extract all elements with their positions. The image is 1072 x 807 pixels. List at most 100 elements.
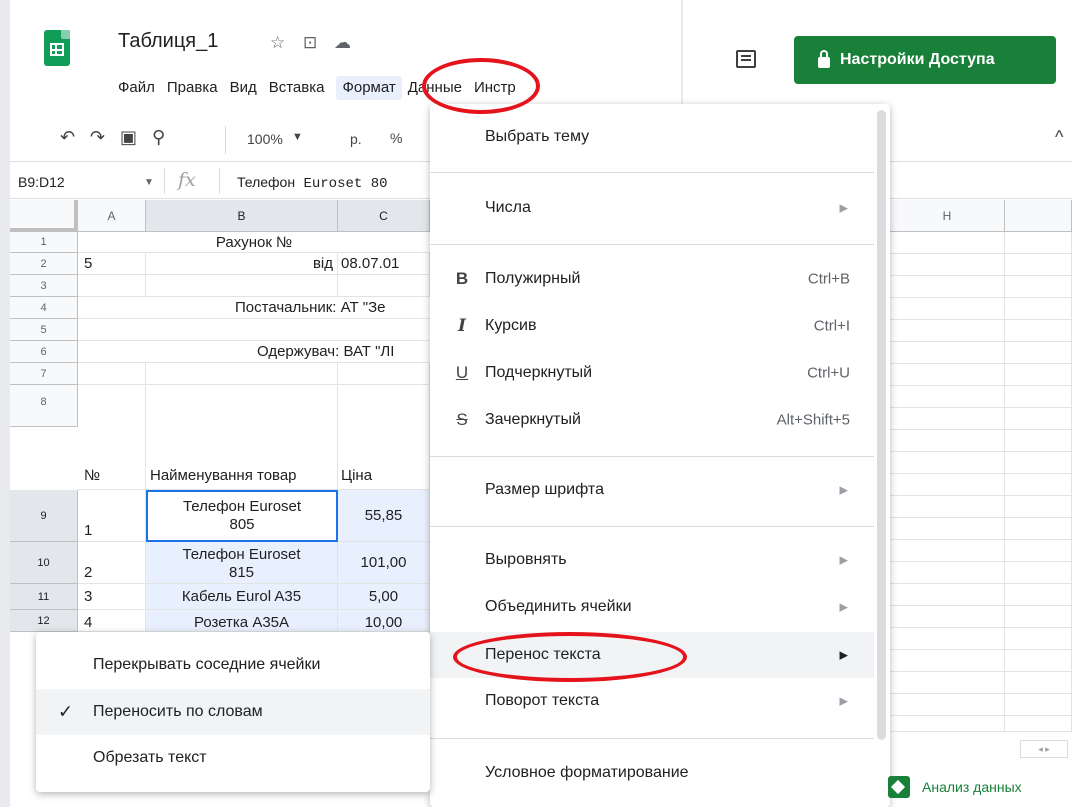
cell[interactable]: 08.07.01 bbox=[338, 253, 430, 275]
column-header-c[interactable]: C bbox=[338, 200, 430, 232]
menu-item-align[interactable]: Выровнять ▶ bbox=[430, 537, 874, 583]
formula-input[interactable]: Телефон Euroset 80 bbox=[237, 174, 388, 192]
menu-item-italic[interactable]: I Курсив Ctrl+I bbox=[430, 303, 874, 349]
share-button[interactable]: Настройки Доступа bbox=[794, 36, 1056, 84]
column-header-a[interactable]: A bbox=[78, 200, 146, 232]
row-header[interactable]: 5 bbox=[10, 319, 78, 341]
menu-tools[interactable]: Инстр bbox=[474, 76, 528, 100]
menu-item-underline[interactable]: U Подчеркнутый Ctrl+U bbox=[430, 350, 874, 396]
cell-title[interactable]: Рахунок № bbox=[78, 232, 430, 253]
cell[interactable]: Розетка A35A bbox=[146, 610, 338, 632]
checkmark-icon: ✓ bbox=[58, 701, 74, 722]
row-header[interactable]: 3 bbox=[10, 275, 78, 297]
menu-item-label: Выбрать тему bbox=[485, 128, 590, 145]
comment-history-icon[interactable] bbox=[736, 50, 756, 68]
column-header-b[interactable]: B bbox=[146, 200, 338, 232]
menu-item-text-wrapping[interactable]: Перенос текста ▶ bbox=[430, 632, 874, 678]
cell[interactable] bbox=[146, 275, 338, 297]
sheets-logo-icon[interactable] bbox=[44, 30, 70, 66]
submenu-item-overflow[interactable]: Перекрывать соседние ячейки bbox=[36, 642, 430, 688]
cloud-status-icon[interactable]: ☁ bbox=[334, 33, 351, 53]
menu-item-label: Поворот текста bbox=[485, 692, 600, 709]
row-header[interactable]: 1 bbox=[10, 232, 78, 253]
explore-button[interactable]: Анализ данных bbox=[888, 770, 1022, 804]
submenu-arrow-icon: ▶ bbox=[839, 695, 848, 708]
cell[interactable]: 10,00 bbox=[338, 610, 430, 632]
star-icon[interactable]: ☆ bbox=[270, 33, 285, 53]
menu-view[interactable]: Вид bbox=[230, 76, 269, 100]
formula-separator bbox=[219, 168, 220, 194]
submenu-item-wrap[interactable]: ✓ Переносить по словам bbox=[36, 689, 430, 735]
row-header[interactable]: 2 bbox=[10, 253, 78, 275]
cell-region-i[interactable] bbox=[1005, 232, 1072, 732]
menu-file[interactable]: Файл bbox=[118, 76, 167, 100]
cell[interactable]: Одержувач: ВАТ "ЛІ bbox=[78, 341, 430, 363]
currency-format-button[interactable]: р. bbox=[350, 131, 362, 147]
row-header[interactable]: 4 bbox=[10, 297, 78, 319]
menu-item-label: Размер шрифта bbox=[485, 481, 604, 498]
move-to-folder-icon[interactable]: ⊡ bbox=[303, 33, 317, 53]
menu-scrollbar[interactable] bbox=[877, 110, 886, 740]
cell[interactable] bbox=[338, 363, 430, 385]
sheet-scroll-arrows[interactable]: ◂ ▸ bbox=[1020, 740, 1068, 758]
collapse-chevron-up-icon[interactable]: ^ bbox=[1055, 127, 1063, 148]
cell[interactable]: 5,00 bbox=[338, 584, 430, 610]
cell[interactable]: Найменування товар bbox=[146, 385, 338, 490]
zoom-select[interactable]: 100% bbox=[247, 131, 283, 147]
row-header[interactable]: 8 bbox=[10, 385, 78, 427]
menu-item-merge-cells[interactable]: Объединить ячейки ▶ bbox=[430, 584, 874, 630]
cell[interactable] bbox=[338, 275, 430, 297]
paint-format-icon[interactable]: ⚲ bbox=[152, 127, 165, 148]
row-header[interactable]: 10 bbox=[10, 542, 78, 584]
menu-item-numbers[interactable]: Числа ▶ bbox=[430, 185, 874, 231]
cell[interactable]: 1 bbox=[78, 490, 146, 542]
cell[interactable]: 2 bbox=[78, 542, 146, 584]
redo-icon[interactable]: ↷ bbox=[90, 127, 105, 148]
cell[interactable] bbox=[78, 363, 146, 385]
cell[interactable]: 5 bbox=[78, 253, 146, 275]
cell[interactable]: № bbox=[78, 385, 146, 490]
cell[interactable]: Кабель Eurol A35 bbox=[146, 584, 338, 610]
submenu-item-clip[interactable]: Обрезать текст bbox=[36, 735, 430, 781]
cell-region-h[interactable] bbox=[890, 232, 1005, 732]
undo-icon[interactable]: ↶ bbox=[60, 127, 75, 148]
row-header[interactable]: 7 bbox=[10, 363, 78, 385]
row-header[interactable]: 12 bbox=[10, 610, 78, 632]
column-header-i[interactable] bbox=[1005, 200, 1072, 232]
menu-item-font-size[interactable]: Размер шрифта ▶ bbox=[430, 467, 874, 513]
cell[interactable] bbox=[146, 363, 338, 385]
menu-edit[interactable]: Правка bbox=[167, 76, 230, 100]
name-box-chevron-down-icon[interactable]: ▼ bbox=[144, 177, 154, 188]
zoom-chevron-down-icon[interactable]: ▼ bbox=[292, 131, 303, 143]
row-header[interactable]: 6 bbox=[10, 341, 78, 363]
print-icon[interactable]: ▣ bbox=[120, 127, 137, 148]
select-all-corner[interactable] bbox=[10, 200, 78, 232]
menu-item-theme[interactable]: Выбрать тему bbox=[430, 114, 874, 160]
cell[interactable]: 55,85 bbox=[338, 490, 430, 542]
cell[interactable]: 3 bbox=[78, 584, 146, 610]
menu-item-strikethrough[interactable]: S Зачеркнутый Alt+Shift+5 bbox=[430, 397, 874, 443]
menu-item-label: Подчеркнутый bbox=[485, 364, 593, 381]
cell[interactable]: від bbox=[146, 253, 338, 275]
cell[interactable]: Ціна bbox=[338, 385, 430, 490]
name-box[interactable]: B9:D12 bbox=[18, 174, 65, 190]
row-header[interactable]: 9 bbox=[10, 490, 78, 542]
menu-item-conditional-formatting[interactable]: Условное форматирование bbox=[430, 750, 874, 796]
cell[interactable]: Постачальник: АТ "Зе bbox=[78, 297, 430, 319]
cell[interactable]: Телефон Euroset 815 bbox=[146, 542, 338, 584]
active-cell[interactable]: Телефон Euroset 805 bbox=[146, 490, 338, 542]
cell[interactable] bbox=[78, 275, 146, 297]
cell[interactable] bbox=[78, 319, 430, 341]
menu-insert[interactable]: Вставка bbox=[269, 76, 337, 100]
menu-item-bold[interactable]: B Полужирный Ctrl+B bbox=[430, 256, 874, 302]
menu-separator bbox=[430, 526, 874, 527]
cell[interactable]: 101,00 bbox=[338, 542, 430, 584]
menu-format[interactable]: Формат bbox=[336, 76, 402, 100]
row-header[interactable]: 11 bbox=[10, 584, 78, 610]
column-header-h[interactable]: H bbox=[890, 200, 1005, 232]
document-title[interactable]: Таблиця_1 bbox=[118, 30, 218, 53]
menu-item-text-rotation[interactable]: Поворот текста ▶ bbox=[430, 678, 874, 724]
percent-format-button[interactable]: % bbox=[390, 130, 402, 146]
menu-data[interactable]: Данные bbox=[408, 76, 474, 100]
cell[interactable]: 4 bbox=[78, 610, 146, 632]
